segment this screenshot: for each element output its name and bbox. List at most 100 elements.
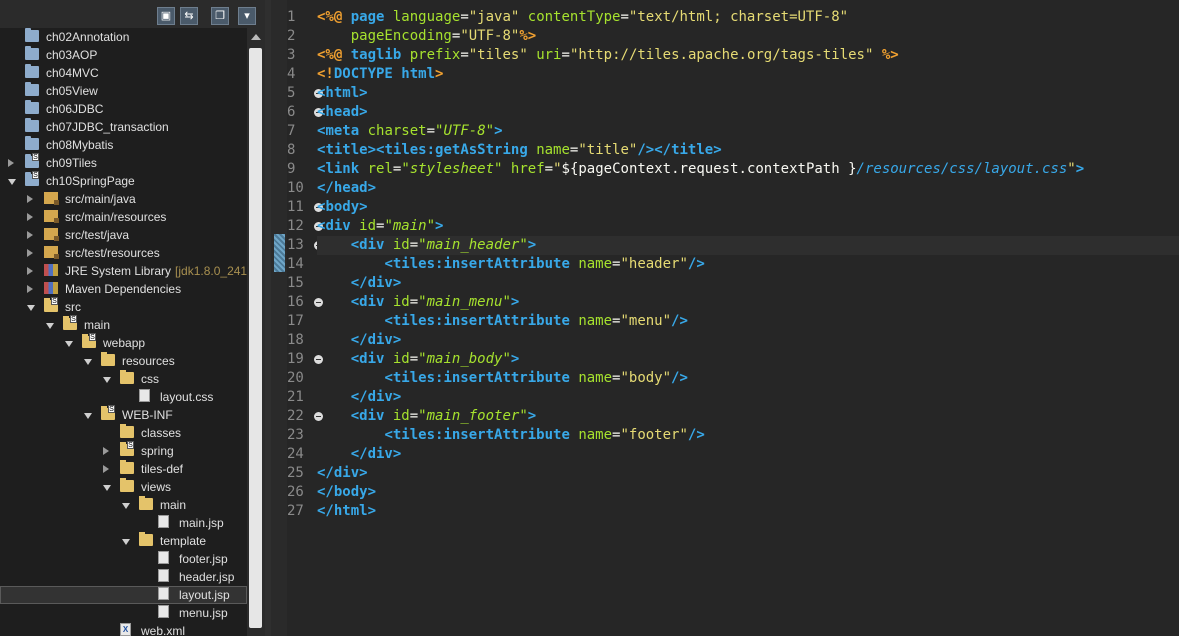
tree-item[interactable]: ch03AOP <box>0 46 247 64</box>
tree-item[interactable]: ch06JDBC <box>0 100 247 118</box>
expanded-chevron-icon[interactable] <box>65 341 73 347</box>
code-line[interactable]: <tiles:insertAttribute name="menu"/> <box>317 312 687 331</box>
expanded-chevron-icon[interactable] <box>122 539 130 545</box>
tree-item[interactable]: Ssrc <box>0 297 247 316</box>
code-line[interactable]: <link rel="stylesheet" href="${pageConte… <box>317 160 1084 179</box>
code-line[interactable]: <body> <box>317 198 368 217</box>
tree-item[interactable]: views <box>0 478 247 496</box>
tree-item[interactable]: JRE System Library [jdk1.8.0_241] <box>0 262 247 280</box>
tree-item[interactable]: Sch09Tiles <box>0 153 247 172</box>
tree-item[interactable]: layout.css <box>0 388 247 406</box>
expanded-chevron-icon[interactable] <box>46 323 54 329</box>
tree-item[interactable]: header.jsp <box>0 568 247 586</box>
code-line[interactable]: <!DOCTYPE html> <box>317 65 443 84</box>
collapsed-chevron-icon[interactable] <box>27 267 33 275</box>
code-line[interactable]: <div id="main_body"> <box>317 350 520 369</box>
code-line[interactable]: <meta charset="UTF-8"> <box>317 122 503 141</box>
code-line[interactable]: <title><tiles:getAsString name="title"/>… <box>317 141 722 160</box>
code-line[interactable]: </div> <box>317 274 402 293</box>
project-icon: S <box>25 153 39 168</box>
code-line[interactable]: <tiles:insertAttribute name="body"/> <box>317 369 687 388</box>
code-line[interactable]: <html> <box>317 84 368 103</box>
tree-item[interactable]: ch05View <box>0 82 247 100</box>
tree-item[interactable]: src/main/java <box>0 190 247 208</box>
collapsed-chevron-icon[interactable] <box>27 285 33 293</box>
tree-item[interactable]: src/test/java <box>0 226 247 244</box>
tree-item-label: src/test/resources <box>65 246 160 260</box>
scrollbar-thumb[interactable] <box>249 48 262 628</box>
file-icon <box>158 587 169 600</box>
code-line[interactable]: <tiles:insertAttribute name="footer"/> <box>317 426 704 445</box>
tree-scrollbar[interactable] <box>247 28 265 636</box>
line-number: 27 <box>287 503 304 519</box>
code-line[interactable]: </body> <box>317 483 376 502</box>
code-line[interactable]: </head> <box>317 179 376 198</box>
collapsed-chevron-icon[interactable] <box>103 465 109 473</box>
code-line[interactable]: <div id="main"> <box>317 217 443 236</box>
scroll-up-arrow-icon[interactable] <box>251 34 261 40</box>
collapsed-chevron-icon[interactable] <box>27 231 33 239</box>
collapsed-chevron-icon[interactable] <box>27 249 33 257</box>
code-line[interactable]: <%@ page language="java" contentType="te… <box>317 8 848 27</box>
collapsed-chevron-icon[interactable] <box>27 213 33 221</box>
expanded-chevron-icon[interactable] <box>122 503 130 509</box>
tree-item[interactable]: Xweb.xml <box>0 622 247 636</box>
focus-on-active-task-icon[interactable]: ❐ <box>211 7 229 25</box>
link-with-editor-icon[interactable]: ⇆ <box>180 7 198 25</box>
tree-item[interactable]: ch07JDBC_transaction <box>0 118 247 136</box>
code-line[interactable]: </div> <box>317 331 402 350</box>
collapse-all-icon[interactable]: ▣ <box>157 7 175 25</box>
code-line[interactable]: pageEncoding="UTF-8"%> <box>317 27 536 46</box>
tree-item[interactable]: css <box>0 370 247 388</box>
tree-item[interactable]: src/test/resources <box>0 244 247 262</box>
spring-nature-overlay-icon: S <box>70 315 77 323</box>
code-line[interactable]: <%@ taglib prefix="tiles" uri="http://ti… <box>317 46 899 65</box>
project-icon <box>25 46 39 60</box>
tree-item[interactable]: resources <box>0 352 247 370</box>
tree-item[interactable]: tiles-def <box>0 460 247 478</box>
code-line[interactable]: <div id="main_header"> <box>317 236 1179 255</box>
tree-item[interactable]: S WEB-INF <box>0 405 247 424</box>
collapsed-chevron-icon[interactable] <box>8 159 14 167</box>
code-line[interactable]: <div id="main_footer"> <box>317 407 536 426</box>
tree-item[interactable]: ch08Mybatis <box>0 136 247 154</box>
expanded-chevron-icon[interactable] <box>8 179 16 185</box>
folder-icon: S <box>82 333 96 348</box>
tree-item[interactable]: Sch10SpringPage <box>0 171 247 190</box>
tree-item[interactable]: Swebapp <box>0 333 247 352</box>
code-area[interactable]: <%@ page language="java" contentType="te… <box>317 0 1179 636</box>
tree-item[interactable]: footer.jsp <box>0 550 247 568</box>
tree-item[interactable]: Maven Dependencies <box>0 280 247 298</box>
expanded-chevron-icon[interactable] <box>27 305 35 311</box>
code-line[interactable]: <div id="main_menu"> <box>317 293 520 312</box>
code-editor[interactable]: 1 2 3 4 5 6 7 8 9 10 11 12 13 14 15 16 17 18 19 20 21 22 23 24 2… <box>271 0 1179 636</box>
code-line[interactable]: </html> <box>317 502 376 521</box>
tree-item[interactable]: Sspring <box>0 441 247 460</box>
code-line[interactable]: </div> <box>317 445 402 464</box>
code-line[interactable]: </div> <box>317 388 402 407</box>
expanded-chevron-icon[interactable] <box>103 377 111 383</box>
project-icon <box>25 28 39 42</box>
code-line[interactable]: <tiles:insertAttribute name="header"/> <box>317 255 704 274</box>
tree-item[interactable]: ch04MVC <box>0 64 247 82</box>
tree-item[interactable]: classes <box>0 424 247 442</box>
tree-item-label: layout.css <box>160 390 214 404</box>
folder-icon: S <box>63 315 77 330</box>
tree-item[interactable]: menu.jsp <box>0 604 247 622</box>
line-number: 19 <box>287 350 323 369</box>
tree-item[interactable]: template <box>0 532 247 550</box>
expanded-chevron-icon[interactable] <box>84 359 92 365</box>
code-line[interactable]: <head> <box>317 103 368 122</box>
expanded-chevron-icon[interactable] <box>103 485 111 491</box>
tree-item[interactable]: main <box>0 496 247 514</box>
tree-item[interactable]: Smain <box>0 315 247 334</box>
view-menu-icon[interactable]: ▾ <box>238 7 256 25</box>
tree-item[interactable]: ch02Annotation <box>0 28 247 46</box>
tree-item[interactable]: layout.jsp <box>0 586 247 604</box>
expanded-chevron-icon[interactable] <box>84 413 92 419</box>
code-line[interactable]: </div> <box>317 464 368 483</box>
tree-item[interactable]: src/main/resources <box>0 208 247 226</box>
collapsed-chevron-icon[interactable] <box>103 447 109 455</box>
tree-item[interactable]: main.jsp <box>0 514 247 532</box>
collapsed-chevron-icon[interactable] <box>27 195 33 203</box>
